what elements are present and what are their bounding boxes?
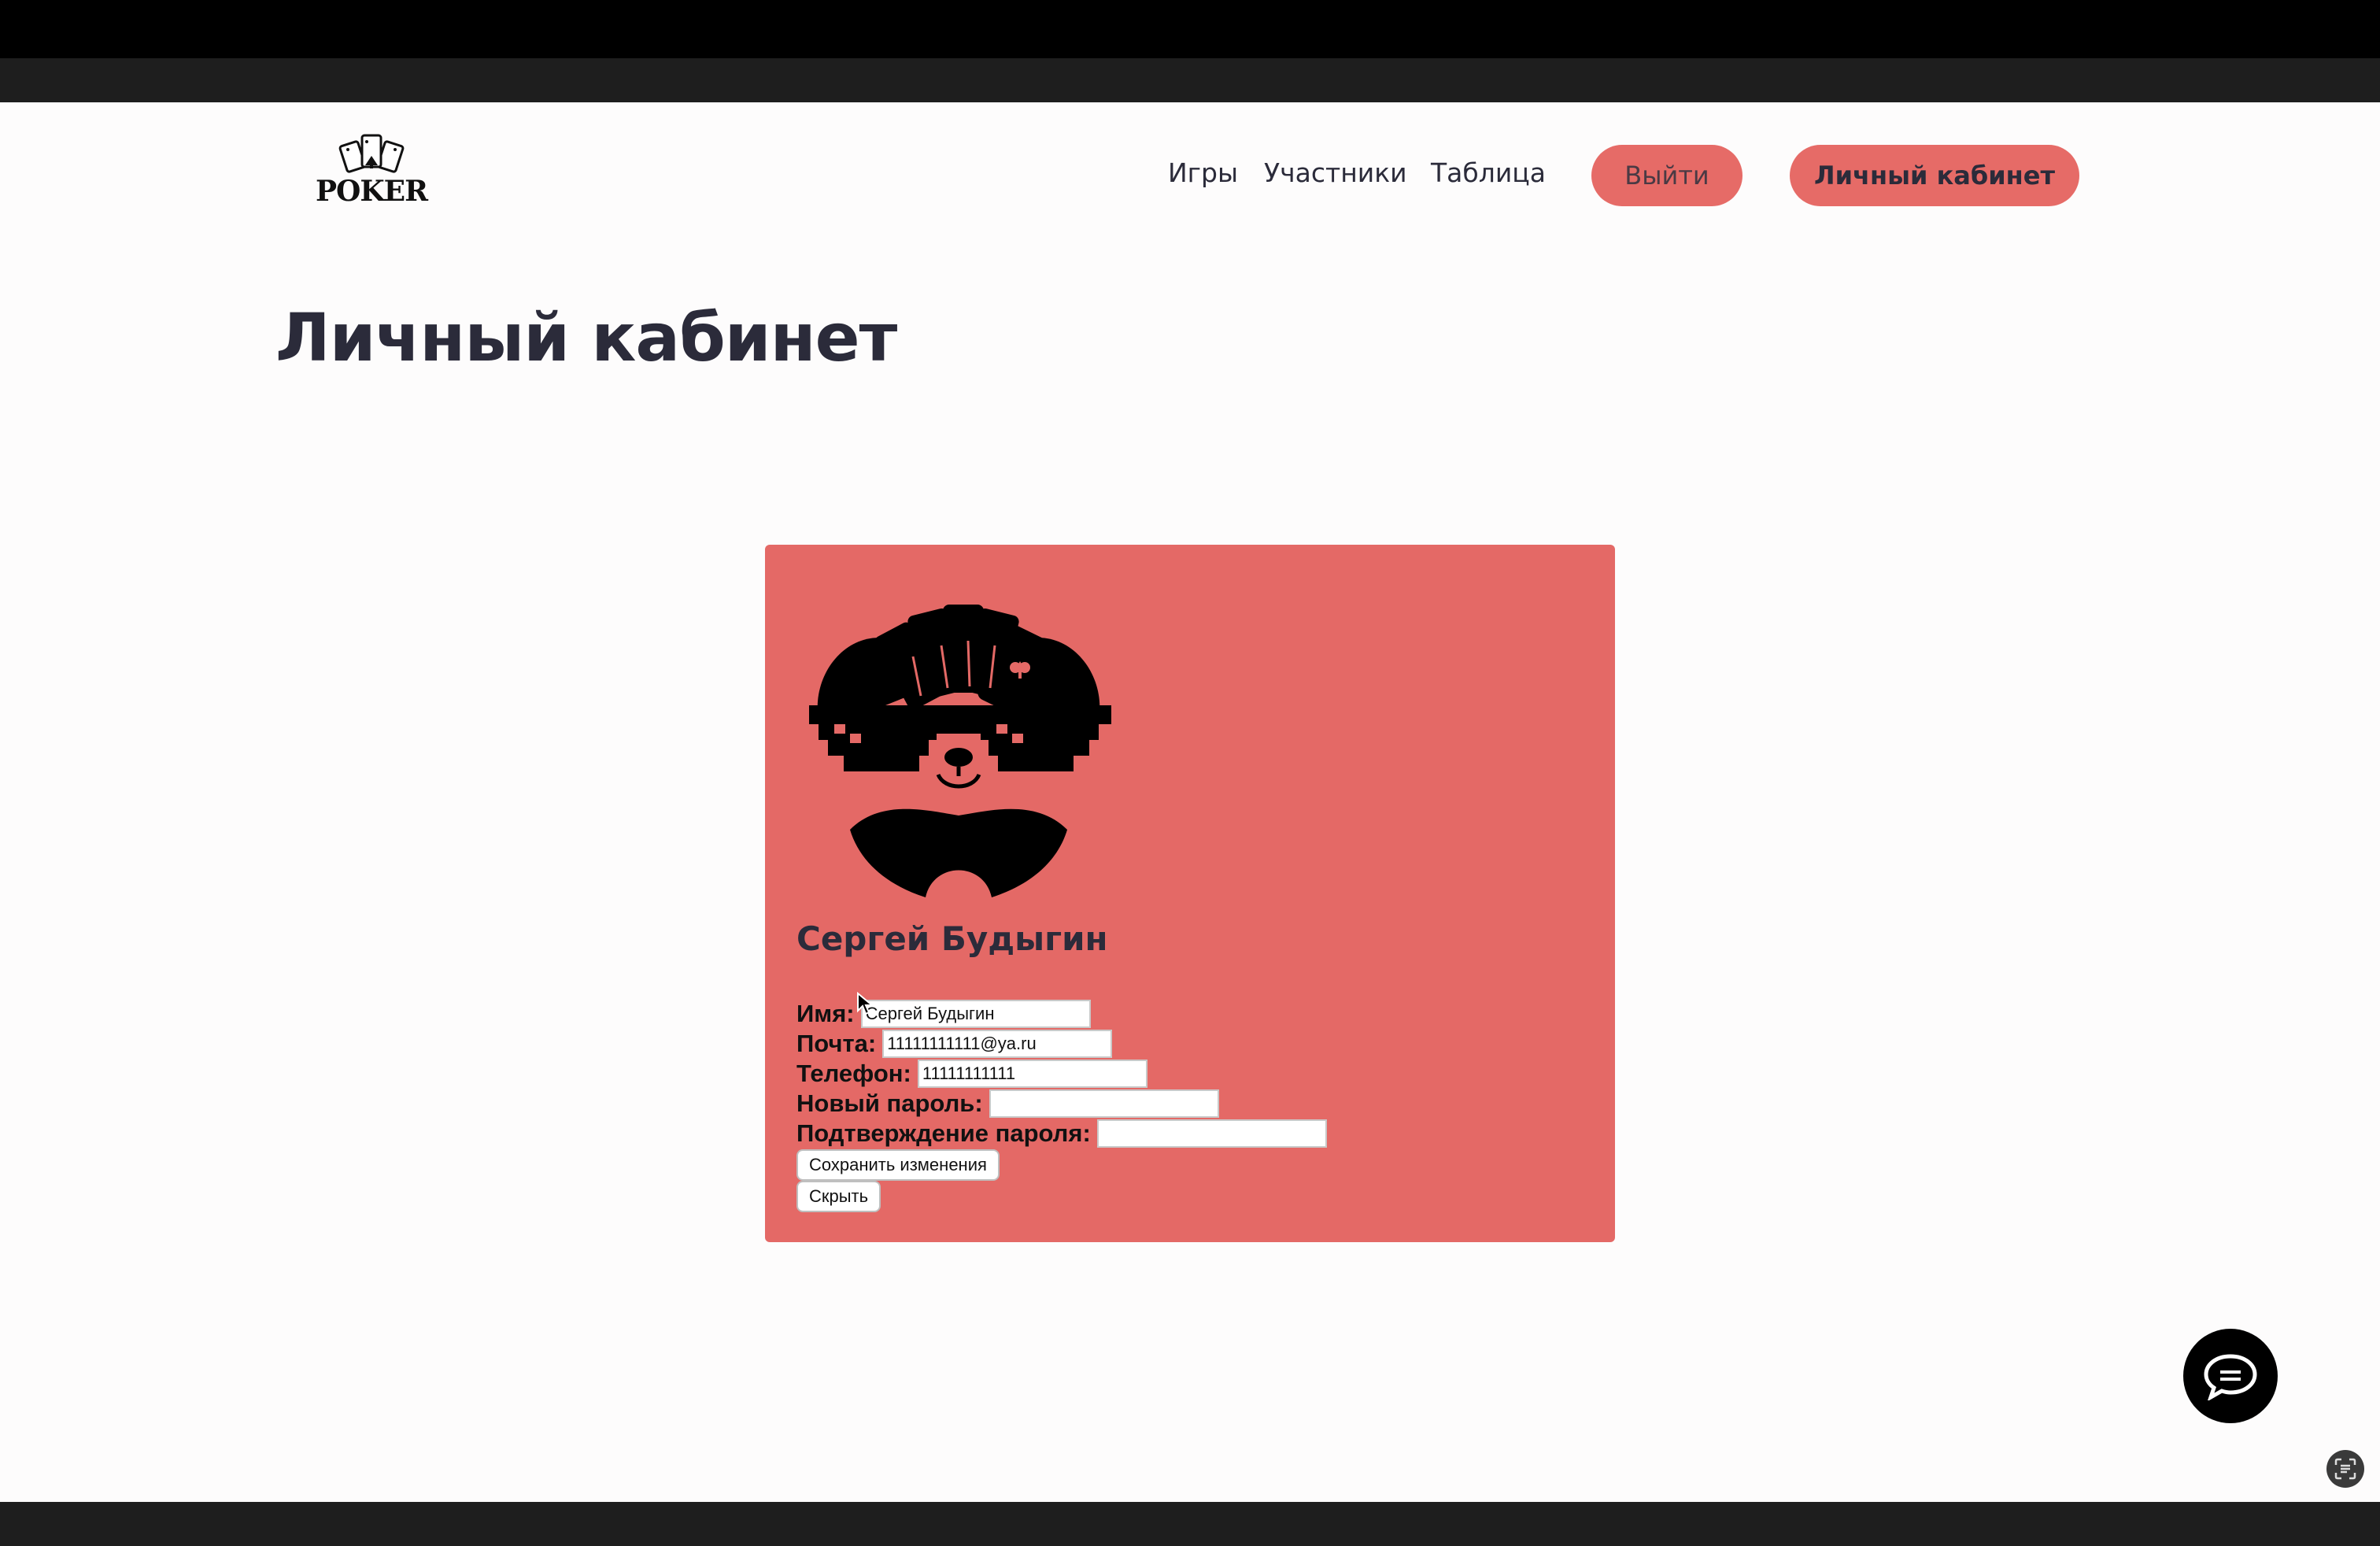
profile-display-name: Сергей Будыгин	[796, 919, 1108, 958]
browser-top-bar	[0, 0, 2380, 58]
confirm-password-label: Подтверждение пароля:	[796, 1119, 1091, 1147]
phone-label: Телефон:	[796, 1060, 911, 1087]
hide-button[interactable]: Скрыть	[796, 1181, 881, 1212]
chat-bubble-icon	[2204, 1354, 2257, 1400]
phone-row: Телефон:	[796, 1059, 1148, 1089]
browser-toolbar-strip	[0, 58, 2380, 102]
nav-link-participants[interactable]: Участники	[1264, 157, 1407, 188]
name-label: Имя:	[796, 1000, 855, 1027]
poker-cards-logo-icon	[338, 134, 405, 173]
confirm-password-input[interactable]	[1096, 1119, 1327, 1148]
panda-sunglasses-cards-avatar-icon	[809, 605, 1111, 897]
email-input[interactable]	[882, 1030, 1113, 1058]
logo-text: POKER	[315, 175, 428, 208]
bottom-bar	[0, 1502, 2380, 1546]
mouse-cursor-icon	[857, 992, 874, 1015]
scan-text-button[interactable]	[2326, 1450, 2364, 1488]
confirm-password-row: Подтверждение пароля:	[796, 1119, 1327, 1148]
save-changes-button[interactable]: Сохранить изменения	[796, 1149, 1000, 1181]
page-title: Личный кабинет	[275, 299, 897, 376]
phone-input[interactable]	[917, 1060, 1148, 1088]
new-password-label: Новый пароль:	[796, 1089, 983, 1117]
nav-link-games[interactable]: Игры	[1168, 157, 1238, 188]
poker-logo[interactable]: POKER	[313, 132, 430, 208]
email-row: Почта:	[796, 1029, 1113, 1059]
profile-card: Сергей Будыгин Имя: Почта: Телефон: Новы…	[765, 545, 1615, 1242]
new-password-input[interactable]	[989, 1089, 1219, 1118]
name-input[interactable]	[860, 1000, 1091, 1028]
new-password-row: Новый пароль:	[796, 1089, 1219, 1119]
cabinet-button[interactable]: Личный кабинет	[1790, 145, 2079, 206]
email-label: Почта:	[796, 1030, 877, 1057]
chat-button[interactable]	[2183, 1329, 2278, 1423]
scan-text-icon	[2334, 1458, 2356, 1480]
nav-link-table[interactable]: Таблица	[1431, 157, 1546, 188]
logout-button[interactable]: Выйти	[1591, 145, 1743, 206]
name-row: Имя:	[796, 999, 1091, 1029]
